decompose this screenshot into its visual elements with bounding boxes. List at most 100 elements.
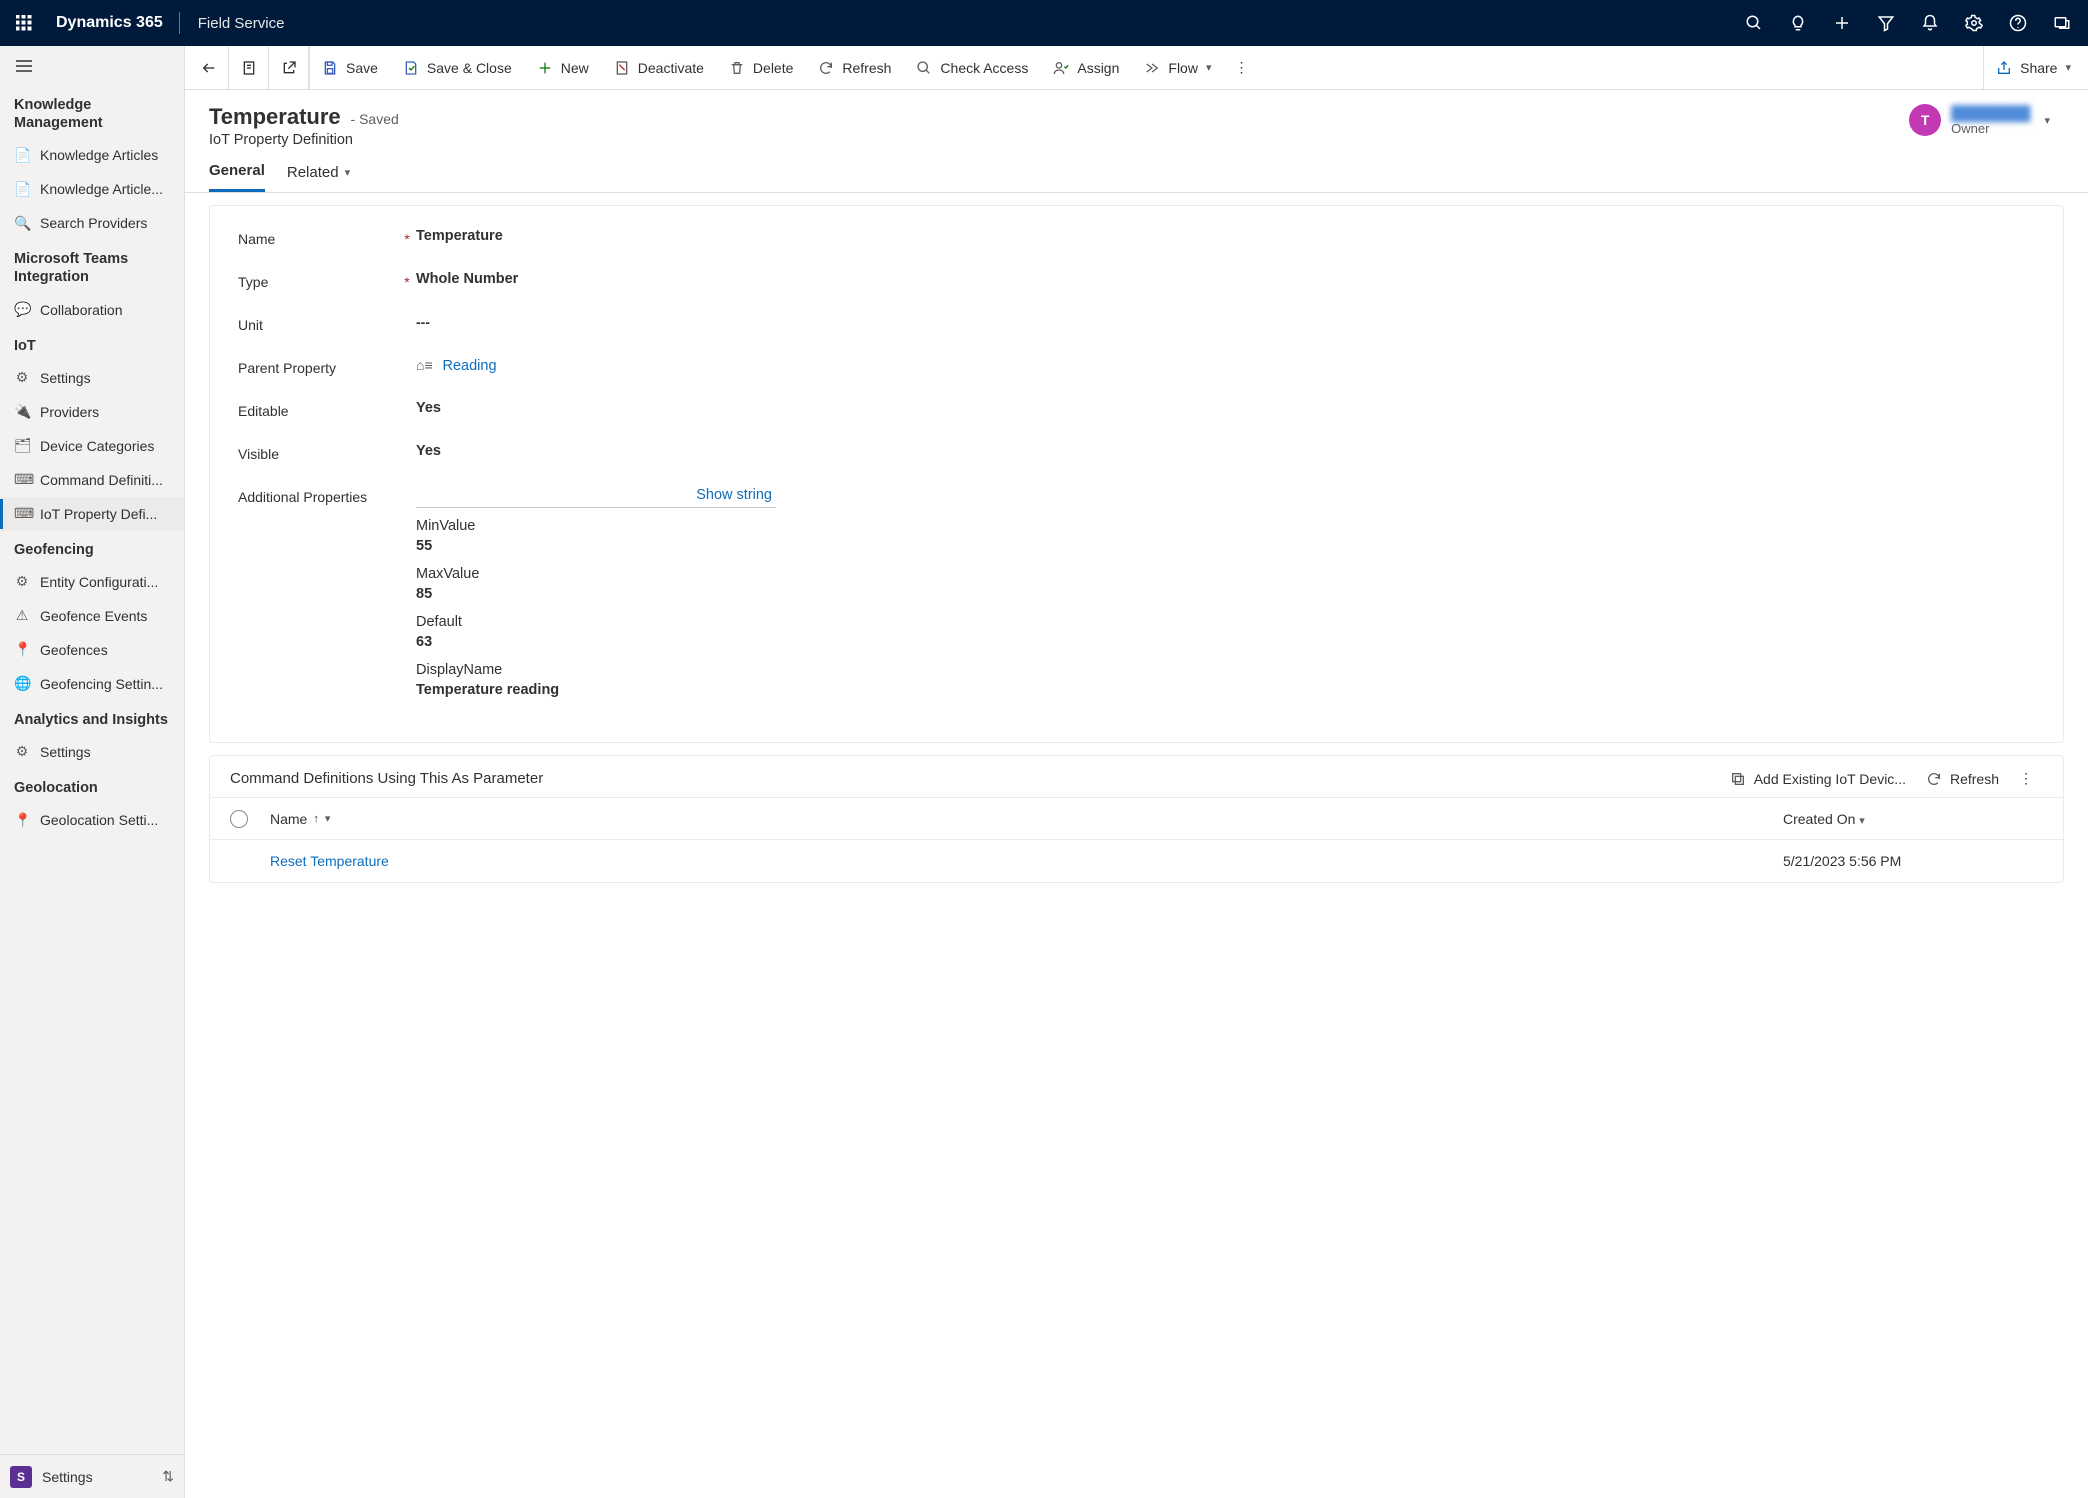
- owner-block[interactable]: T ████████ Owner ▾: [1909, 104, 2064, 136]
- row-name-link[interactable]: Reset Temperature: [270, 853, 389, 869]
- field-value: ---: [416, 314, 430, 330]
- sidebar-item[interactable]: 📄Knowledge Article...: [0, 172, 184, 206]
- addl-prop-key: MaxValue: [416, 566, 776, 582]
- sidebar-item[interactable]: 📄Knowledge Articles: [0, 138, 184, 172]
- add-existing-button[interactable]: Add Existing IoT Devic...: [1720, 771, 1916, 787]
- tab-related[interactable]: Related ▾: [287, 162, 350, 192]
- addl-prop-maxvalue[interactable]: MaxValue 85: [416, 566, 776, 602]
- check-access-button[interactable]: Check Access: [904, 46, 1041, 90]
- show-string-link[interactable]: Show string: [696, 487, 772, 503]
- share-button[interactable]: Share ▾: [1983, 46, 2084, 90]
- sidebar-item[interactable]: 🌐Geofencing Settin...: [0, 667, 184, 701]
- help-icon[interactable]: [1996, 0, 2040, 46]
- sidebar-item-icon: ⚙: [14, 369, 30, 386]
- sidebar-item[interactable]: ⚠Geofence Events: [0, 599, 184, 633]
- brand-label[interactable]: Dynamics 365: [44, 14, 175, 32]
- filter-icon[interactable]: [1864, 0, 1908, 46]
- sidebar-item[interactable]: 💬Collaboration: [0, 293, 184, 327]
- field-label: Parent Property: [238, 357, 398, 376]
- sidebar-item-icon: 🔍: [14, 215, 30, 232]
- sidebar-item-icon: ⚙: [14, 743, 30, 760]
- sidebar-item-icon: 📄: [14, 181, 30, 198]
- record-subtitle: IoT Property Definition: [209, 132, 1909, 148]
- open-new-window-icon[interactable]: [269, 46, 309, 90]
- open-record-set-icon[interactable]: [229, 46, 269, 90]
- addl-prop-value: 55: [416, 538, 776, 554]
- refresh-button[interactable]: Refresh: [806, 46, 904, 90]
- assistant-icon[interactable]: [2040, 0, 2084, 46]
- sidebar-item[interactable]: ⌨IoT Property Defi...: [0, 497, 184, 531]
- app-launcher-icon[interactable]: [4, 0, 44, 46]
- subgrid-overflow-icon[interactable]: ⋮: [2009, 770, 2043, 787]
- field-editable[interactable]: Editable Yes: [210, 388, 2063, 431]
- addl-prop-displayname[interactable]: DisplayName Temperature reading: [416, 662, 776, 698]
- save-close-label: Save & Close: [427, 60, 512, 76]
- app-name-label[interactable]: Field Service: [184, 15, 299, 32]
- sort-asc-icon: ↑: [313, 813, 319, 825]
- sidebar-item-icon: 📍: [14, 812, 30, 829]
- column-name[interactable]: Name ↑ ▾: [270, 811, 1783, 827]
- chevron-down-icon[interactable]: ▾: [2040, 114, 2054, 127]
- sidebar-item-icon: ⌨: [14, 471, 30, 488]
- assign-button[interactable]: Assign: [1041, 46, 1132, 90]
- record-header: Temperature - Saved IoT Property Definit…: [185, 90, 2088, 148]
- avatar: T: [1909, 104, 1941, 136]
- sidebar-item-label: Entity Configurati...: [40, 574, 158, 590]
- subgrid-refresh-button[interactable]: Refresh: [1916, 771, 2009, 787]
- field-label: Type: [238, 271, 398, 290]
- addl-prop-key: DisplayName: [416, 662, 776, 678]
- sidebar-item[interactable]: 📍Geofences: [0, 633, 184, 667]
- sidebar-item[interactable]: ⚙ Settings: [0, 735, 184, 769]
- sidebar-item-icon: 💬: [14, 301, 30, 318]
- column-name-label: Name: [270, 811, 307, 827]
- cmdbar-overflow-icon[interactable]: ⋮: [1224, 59, 1258, 76]
- refresh-label: Refresh: [842, 60, 891, 76]
- chevron-down-icon: ▾: [2065, 61, 2071, 74]
- row-created-on: 5/21/2023 5:56 PM: [1783, 853, 2043, 869]
- field-type[interactable]: Type * Whole Number: [210, 259, 2063, 302]
- back-button[interactable]: [189, 46, 229, 90]
- field-value: Yes: [416, 400, 441, 416]
- command-bar: Save Save & Close New Deactivate Delete …: [185, 46, 2088, 90]
- new-button[interactable]: New: [525, 46, 602, 90]
- table-row[interactable]: Reset Temperature 5/21/2023 5:56 PM: [210, 840, 2063, 882]
- column-created-on[interactable]: Created On ▾: [1783, 811, 2043, 827]
- lookup-link[interactable]: Reading: [443, 358, 497, 374]
- sidebar-item[interactable]: 🗂Device Categories: [0, 429, 184, 463]
- sidebar-item-icon: ⚙: [14, 573, 30, 590]
- sidebar-item-label: Settings: [40, 744, 91, 760]
- sidebar-item[interactable]: 🔌Providers: [0, 395, 184, 429]
- tab-general[interactable]: General: [209, 162, 265, 192]
- search-icon[interactable]: [1732, 0, 1776, 46]
- deactivate-button[interactable]: Deactivate: [602, 46, 717, 90]
- area-switcher[interactable]: S Settings ⇅: [0, 1454, 184, 1498]
- lightbulb-icon[interactable]: [1776, 0, 1820, 46]
- sidebar-toggle-icon[interactable]: [0, 46, 184, 86]
- addl-prop-default[interactable]: Default 63: [416, 614, 776, 650]
- bell-icon[interactable]: [1908, 0, 1952, 46]
- plus-icon[interactable]: [1820, 0, 1864, 46]
- sidebar-item-label: Geofences: [40, 642, 108, 658]
- sidebar-item[interactable]: ⚙ Entity Configurati...: [0, 565, 184, 599]
- field-parent-property[interactable]: Parent Property ⌂≡ Reading: [210, 345, 2063, 388]
- select-all-checkbox[interactable]: [230, 810, 270, 828]
- field-visible[interactable]: Visible Yes: [210, 431, 2063, 474]
- save-close-button[interactable]: Save & Close: [391, 46, 525, 90]
- main: Save Save & Close New Deactivate Delete …: [185, 46, 2088, 1498]
- save-button[interactable]: Save: [309, 46, 391, 90]
- subgrid-title: Command Definitions Using This As Parame…: [230, 770, 1720, 787]
- addl-prop-key: Default: [416, 614, 776, 630]
- record-title: Temperature: [209, 104, 341, 129]
- deactivate-label: Deactivate: [638, 60, 704, 76]
- gear-icon[interactable]: [1952, 0, 1996, 46]
- sidebar-item[interactable]: ⌨Command Definiti...: [0, 463, 184, 497]
- sidebar-item[interactable]: 🔍Search Providers: [0, 206, 184, 240]
- addl-prop-minvalue[interactable]: MinValue 55: [416, 518, 776, 554]
- field-name[interactable]: Name * Temperature: [210, 216, 2063, 259]
- field-unit[interactable]: Unit ---: [210, 302, 2063, 345]
- sidebar-item[interactable]: ⚙Settings: [0, 361, 184, 395]
- sidebar-item-icon: 🌐: [14, 675, 30, 692]
- delete-button[interactable]: Delete: [717, 46, 806, 90]
- sidebar-item[interactable]: 📍Geolocation Setti...: [0, 803, 184, 837]
- flow-button[interactable]: Flow ▾: [1132, 46, 1224, 90]
